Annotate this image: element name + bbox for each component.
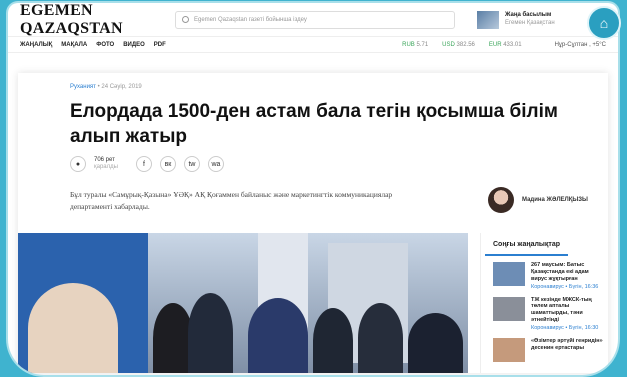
facebook-icon[interactable]: f bbox=[135, 156, 152, 172]
share-bar: ● 706 рет қаралды f вк tw wa bbox=[70, 156, 224, 172]
photo-person bbox=[153, 303, 193, 373]
news-thumbnail bbox=[493, 296, 525, 321]
photo-person bbox=[28, 283, 118, 373]
author-avatar bbox=[488, 187, 514, 213]
scroll-top-icon[interactable]: ⌂ bbox=[587, 6, 621, 40]
promo-thumbnail bbox=[477, 10, 499, 29]
promo-subtitle: Егемен Қазақстан bbox=[505, 19, 555, 26]
nav-item-articles[interactable]: МАҚАЛА bbox=[61, 42, 87, 48]
article-photo bbox=[18, 233, 468, 373]
news-item[interactable]: ТЖ кезінде МЖСК-тың төлем апталы шаматты… bbox=[481, 291, 608, 332]
site-logo[interactable]: EGEMEN QAZAQSTAN bbox=[20, 3, 175, 38]
eye-icon: ● bbox=[70, 156, 86, 172]
author-name: Мадина ЖӘЛЕЛҚЫЗЫ bbox=[522, 197, 588, 203]
twitter-icon[interactable]: tw bbox=[183, 156, 200, 172]
news-item[interactable]: 267 маусым: Батыс Қазақстанда екі адам в… bbox=[481, 256, 608, 291]
rate-eur: EUR 433.01 bbox=[488, 41, 522, 48]
search-input[interactable]: Egemen Qazaqstan газеті бойынша іздеу bbox=[175, 10, 455, 29]
article-lead: Бұл туралы «Самұрық-Қазына» ҰӘҚ» АҚ Қоға… bbox=[70, 190, 393, 211]
view-count: 706 рет қаралды bbox=[94, 156, 118, 170]
photo-person bbox=[358, 303, 403, 373]
news-thumbnail bbox=[493, 337, 525, 362]
news-item[interactable]: «Өзімтер әртүйі генридін» десенин ертаст… bbox=[481, 332, 608, 362]
vk-icon[interactable]: вк bbox=[159, 156, 176, 172]
nav-item-news[interactable]: ЖАҢАЛЫҚ bbox=[20, 42, 52, 48]
rate-usd: USD 382.56 bbox=[442, 41, 475, 48]
latest-news-sidebar: Соңғы жаңалықтар 267 маусым: Батыс Қазақ… bbox=[480, 233, 608, 373]
nav-item-pdf[interactable]: PDF bbox=[154, 42, 166, 48]
article-card: Руханият • 24 Сәуір, 2019 Елордада 1500-… bbox=[18, 73, 608, 373]
whatsapp-icon[interactable]: wa bbox=[207, 156, 224, 172]
search-placeholder: Egemen Qazaqstan газеті бойынша іздеу bbox=[194, 16, 307, 23]
rate-rub: RUB 5.71 bbox=[402, 41, 429, 48]
news-thumbnail bbox=[493, 262, 525, 286]
main-nav: ЖАҢАЛЫҚ МАҚАЛА ФОТО ВИДЕО PDF RUB 5.71 U… bbox=[8, 37, 618, 53]
photo-person bbox=[408, 313, 463, 373]
category-link[interactable]: Руханият bbox=[70, 84, 96, 90]
site-header: EGEMEN QAZAQSTAN Egemen Qazaqstan газеті… bbox=[8, 3, 618, 37]
browser-frame: EGEMEN QAZAQSTAN Egemen Qazaqstan газеті… bbox=[8, 3, 618, 375]
weather-city: Нұр-Сұлтан , +5°С bbox=[554, 41, 606, 48]
sidebar-title: Соңғы жаңалықтар bbox=[485, 235, 568, 256]
promo-block[interactable]: Жаңа басылым Егемен Қазақстан bbox=[477, 10, 555, 29]
photo-person bbox=[313, 308, 353, 373]
nav-item-photo[interactable]: ФОТО bbox=[96, 42, 114, 48]
photo-person bbox=[248, 298, 308, 373]
article-date: 24 Сәуір, 2019 bbox=[101, 84, 142, 90]
author-block[interactable]: Мадина ЖӘЛЕЛҚЫЗЫ bbox=[488, 187, 588, 213]
article-title: Елордада 1500-ден астам бала тегін қосым… bbox=[70, 101, 558, 147]
photo-person bbox=[188, 293, 233, 373]
article-meta: Руханият • 24 Сәуір, 2019 bbox=[70, 84, 142, 90]
nav-item-video[interactable]: ВИДЕО bbox=[123, 42, 145, 48]
promo-title: Жаңа басылым bbox=[505, 12, 552, 19]
search-icon bbox=[182, 16, 189, 23]
currency-rates: RUB 5.71 USD 382.56 EUR 433.01 bbox=[402, 42, 521, 48]
